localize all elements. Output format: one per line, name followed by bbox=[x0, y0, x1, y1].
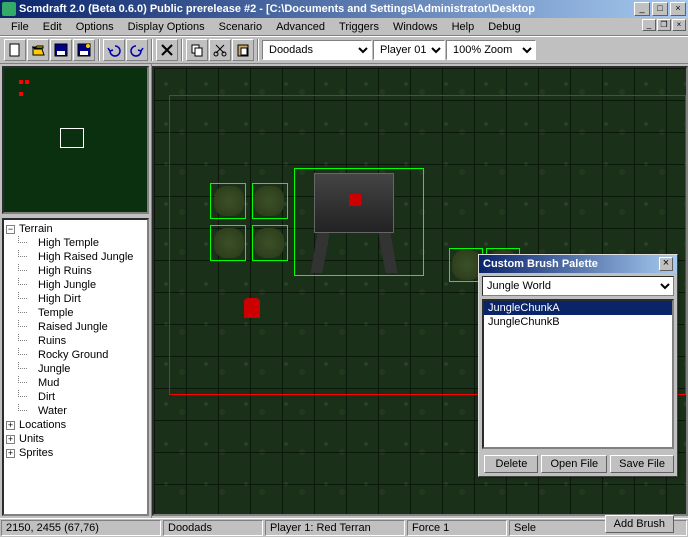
layer-select[interactable]: Doodads bbox=[262, 40, 372, 60]
save-button[interactable] bbox=[50, 39, 72, 61]
unit-scv[interactable] bbox=[244, 298, 264, 326]
open-button[interactable] bbox=[27, 39, 49, 61]
app-icon bbox=[2, 2, 16, 16]
save-file-button[interactable]: Save File bbox=[610, 455, 674, 473]
tree-item[interactable]: High Raised Jungle bbox=[6, 250, 145, 264]
toolbar: Doodads Player 01 100% Zoom bbox=[0, 36, 688, 64]
tree-item[interactable]: High Temple bbox=[6, 236, 145, 250]
paste-button[interactable] bbox=[232, 39, 254, 61]
terrain-tree[interactable]: −Terrain High Temple High Raised Jungle … bbox=[2, 218, 149, 516]
menu-help[interactable]: Help bbox=[445, 19, 482, 35]
minimap[interactable] bbox=[2, 66, 149, 214]
mdi-restore-button[interactable]: ❐ bbox=[657, 19, 671, 31]
menu-debug[interactable]: Debug bbox=[481, 19, 527, 35]
tree-item[interactable]: Dirt bbox=[6, 390, 145, 404]
menu-windows[interactable]: Windows bbox=[386, 19, 445, 35]
brush-palette[interactable]: Custom Brush Palette × Jungle World Jung… bbox=[478, 254, 678, 477]
player-select[interactable]: Player 01 bbox=[373, 40, 445, 60]
status-coords: 2150, 2455 (67,76) bbox=[1, 520, 161, 536]
close-button[interactable]: × bbox=[670, 2, 686, 16]
tileset-select[interactable]: Jungle World bbox=[482, 276, 674, 296]
copy-button[interactable] bbox=[186, 39, 208, 61]
status-bar: 2150, 2455 (67,76) Doodads Player 1: Red… bbox=[0, 518, 688, 537]
new-button[interactable] bbox=[4, 39, 26, 61]
menu-bar: File Edit Options Display Options Scenar… bbox=[0, 18, 688, 36]
tree-root-units[interactable]: +Units bbox=[6, 432, 145, 446]
tree-item[interactable]: High Ruins bbox=[6, 264, 145, 278]
tree-item[interactable]: Ruins bbox=[6, 334, 145, 348]
mdi-minimize-button[interactable]: _ bbox=[642, 19, 656, 31]
tree-item[interactable]: Rocky Ground bbox=[6, 348, 145, 362]
tree-root-sprites[interactable]: +Sprites bbox=[6, 446, 145, 460]
save-as-button[interactable] bbox=[73, 39, 95, 61]
unit-goliath[interactable] bbox=[294, 163, 414, 273]
brush-list[interactable]: JungleChunkA JungleChunkB bbox=[482, 299, 674, 449]
title-bar: Scmdraft 2.0 (Beta 0.6.0) Public prerele… bbox=[0, 0, 688, 18]
menu-advanced[interactable]: Advanced bbox=[269, 19, 332, 35]
brush-item[interactable]: JungleChunkA bbox=[484, 301, 672, 315]
tree-item[interactable]: Raised Jungle bbox=[6, 320, 145, 334]
zoom-select[interactable]: 100% Zoom bbox=[446, 40, 536, 60]
menu-display-options[interactable]: Display Options bbox=[121, 19, 212, 35]
minimize-button[interactable]: _ bbox=[634, 2, 650, 16]
menu-file[interactable]: File bbox=[4, 19, 36, 35]
add-brush-button[interactable]: Add Brush bbox=[605, 515, 674, 533]
delete-button[interactable] bbox=[156, 39, 178, 61]
mdi-close-button[interactable]: × bbox=[672, 19, 686, 31]
tree-item[interactable]: Water bbox=[6, 404, 145, 418]
cut-button[interactable] bbox=[209, 39, 231, 61]
undo-button[interactable] bbox=[103, 39, 125, 61]
delete-brush-button[interactable]: Delete bbox=[484, 455, 538, 473]
menu-triggers[interactable]: Triggers bbox=[332, 19, 386, 35]
minimap-viewport[interactable] bbox=[60, 128, 84, 148]
tree-item[interactable]: High Dirt bbox=[6, 292, 145, 306]
palette-titlebar[interactable]: Custom Brush Palette × bbox=[479, 255, 677, 273]
menu-edit[interactable]: Edit bbox=[36, 19, 69, 35]
maximize-button[interactable]: □ bbox=[652, 2, 668, 16]
redo-button[interactable] bbox=[126, 39, 148, 61]
tree-item[interactable]: High Jungle bbox=[6, 278, 145, 292]
brush-item[interactable]: JungleChunkB bbox=[484, 315, 672, 329]
tree-item[interactable]: Temple bbox=[6, 306, 145, 320]
window-title: Scmdraft 2.0 (Beta 0.6.0) Public prerele… bbox=[19, 3, 634, 15]
left-panel: −Terrain High Temple High Raised Jungle … bbox=[0, 64, 152, 518]
open-file-button[interactable]: Open File bbox=[541, 455, 607, 473]
status-force: Force 1 bbox=[407, 520, 507, 536]
status-player: Player 1: Red Terran bbox=[265, 520, 405, 536]
status-layer: Doodads bbox=[163, 520, 263, 536]
palette-close-button[interactable]: × bbox=[659, 257, 673, 271]
menu-options[interactable]: Options bbox=[69, 19, 121, 35]
tree-item[interactable]: Mud bbox=[6, 376, 145, 390]
menu-scenario[interactable]: Scenario bbox=[212, 19, 269, 35]
tree-item[interactable]: Jungle bbox=[6, 362, 145, 376]
tree-root-locations[interactable]: +Locations bbox=[6, 418, 145, 432]
tree-root-terrain[interactable]: −Terrain bbox=[6, 222, 145, 236]
